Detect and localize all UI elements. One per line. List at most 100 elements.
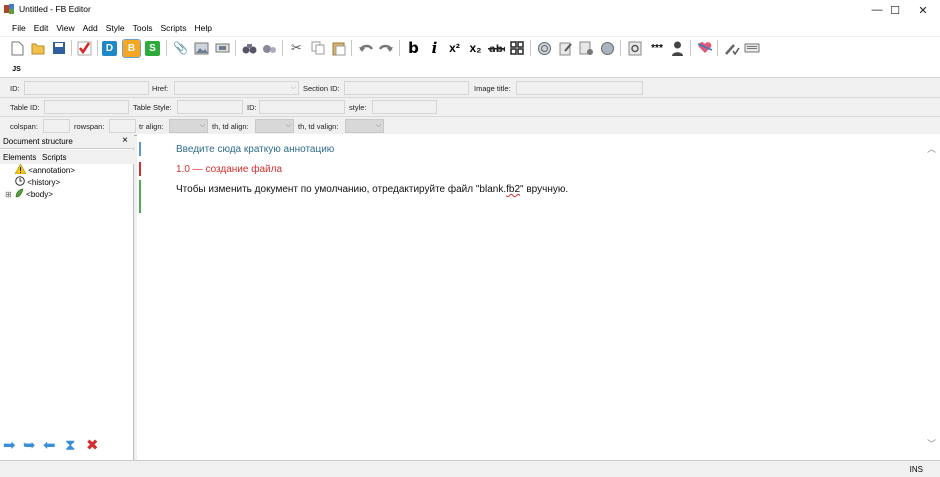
add-poem-button[interactable] xyxy=(626,39,643,57)
add-annotation-button[interactable] xyxy=(599,39,616,57)
delete-x-icon[interactable]: ✖ xyxy=(86,438,99,454)
menu-edit[interactable]: Edit xyxy=(30,20,53,36)
js-script-button[interactable]: JS xyxy=(8,61,25,79)
scroll-down-icon[interactable]: ﹀ xyxy=(927,437,936,450)
hourglass-icon[interactable]: ⧗ xyxy=(65,438,76,454)
bold-button[interactable]: b xyxy=(405,39,422,57)
find-button[interactable] xyxy=(241,39,258,57)
move-left-arrow-icon[interactable]: ⬅ xyxy=(43,438,56,454)
add-cite-button[interactable] xyxy=(696,39,713,57)
menu-view[interactable]: View xyxy=(52,20,78,36)
table-style-input[interactable] xyxy=(177,100,243,114)
close-window-button[interactable]: ✕ xyxy=(906,0,940,20)
id-input[interactable] xyxy=(24,81,149,95)
paperclip-icon: 📎 xyxy=(173,41,188,55)
move-right-arrow-icon[interactable]: ➡ xyxy=(3,438,16,454)
add-epigraph-button[interactable] xyxy=(578,39,595,57)
scroll-up-icon[interactable]: ︿ xyxy=(927,142,936,155)
tab-elements[interactable]: Elements xyxy=(3,153,36,162)
menu-add[interactable]: Add xyxy=(79,20,102,36)
page-gear-icon xyxy=(579,41,593,55)
th-td-align-select[interactable]: ⌵ xyxy=(255,119,294,133)
redo-button[interactable] xyxy=(378,39,395,57)
checkmark-icon xyxy=(77,41,92,55)
tree-item-history[interactable]: <history> xyxy=(15,176,60,187)
body-paragraph[interactable]: Чтобы изменить документ по умолчанию, от… xyxy=(176,184,568,195)
tree-item-label: <history> xyxy=(27,178,61,187)
italic-button[interactable]: i xyxy=(426,39,443,57)
structure-tabs: Elements Scripts xyxy=(0,150,134,164)
menu-help[interactable]: Help xyxy=(191,20,216,36)
insert-image-button[interactable] xyxy=(193,39,210,57)
insert-inline-image-button[interactable] xyxy=(214,39,231,57)
image-title-input[interactable] xyxy=(516,81,643,95)
table-id-label: Table ID: xyxy=(10,103,40,112)
tab-scripts[interactable]: Scripts xyxy=(42,153,66,162)
add-title-button[interactable] xyxy=(557,39,574,57)
code-icon xyxy=(510,41,524,55)
id-label: ID: xyxy=(10,84,20,93)
add-subtitle-button[interactable]: *** xyxy=(647,39,667,57)
person-icon xyxy=(672,41,683,56)
keyboard-icon xyxy=(744,43,759,53)
clock-icon xyxy=(15,176,25,186)
expand-icon[interactable]: ⊞ xyxy=(5,190,12,199)
body-view-button[interactable]: B xyxy=(122,39,141,58)
move-down-right-arrow-icon[interactable]: ➥ xyxy=(23,438,36,454)
tr-align-label: tr align: xyxy=(139,122,164,131)
cut-button[interactable]: ✂ xyxy=(288,39,305,57)
colspan-input[interactable] xyxy=(43,119,70,133)
scissors-icon: ✂ xyxy=(291,40,302,55)
menu-bar: File Edit View Add Style Tools Scripts H… xyxy=(0,20,940,36)
image-title-label: Image title: xyxy=(474,84,511,93)
chevron-down-icon: ⌵ xyxy=(199,122,205,129)
new-file-icon xyxy=(11,41,24,55)
save-button[interactable] xyxy=(50,39,67,57)
tree-item-annotation[interactable]: <annotation> xyxy=(14,163,75,175)
copy-button[interactable] xyxy=(309,39,326,57)
source-view-button[interactable]: S xyxy=(145,41,160,56)
spellcheck-button[interactable] xyxy=(723,39,740,57)
code-button[interactable] xyxy=(509,39,526,57)
colspan-label: colspan: xyxy=(10,122,38,131)
cell-id-input[interactable] xyxy=(259,100,345,114)
open-file-button[interactable] xyxy=(29,39,46,57)
binoculars-icon xyxy=(242,44,257,54)
annotation-paragraph[interactable]: Введите сюда краткую аннотацию xyxy=(176,144,334,155)
settings-button[interactable] xyxy=(743,39,760,57)
history-paragraph[interactable]: 1.0 — создание файла xyxy=(176,164,282,175)
close-panel-icon[interactable]: × xyxy=(122,135,128,146)
replace-button[interactable] xyxy=(261,39,278,57)
strikethrough-button[interactable]: abc xyxy=(488,39,505,57)
paste-button[interactable] xyxy=(330,39,347,57)
add-author-button[interactable] xyxy=(669,39,686,57)
style-label: style: xyxy=(349,103,367,112)
menu-style[interactable]: Style xyxy=(102,20,129,36)
insert-link-button[interactable]: 📎 xyxy=(172,39,189,57)
undo-button[interactable] xyxy=(357,39,374,57)
history-marker xyxy=(139,162,141,176)
tree-item-body[interactable]: ⊞ <body> xyxy=(5,188,53,199)
table-id-input[interactable] xyxy=(44,100,129,114)
section-id-input[interactable] xyxy=(344,81,469,95)
validate-button[interactable] xyxy=(76,39,93,57)
fb-editor-app-icon xyxy=(4,4,14,14)
menu-file[interactable]: File xyxy=(8,20,30,36)
rowspan-input[interactable] xyxy=(109,119,136,133)
description-view-button[interactable]: D xyxy=(102,41,117,56)
new-file-button[interactable] xyxy=(9,39,26,57)
chevron-down-icon: ⌵ xyxy=(285,122,291,129)
menu-scripts[interactable]: Scripts xyxy=(157,20,191,36)
style-input[interactable] xyxy=(372,100,437,114)
undo-icon xyxy=(359,44,373,52)
href-combobox[interactable]: ⌵ xyxy=(174,81,299,95)
th-td-valign-select[interactable]: ⌵ xyxy=(345,119,384,133)
add-section-button[interactable] xyxy=(536,39,553,57)
menu-tools[interactable]: Tools xyxy=(129,20,157,36)
superscript-button[interactable]: x² xyxy=(446,39,463,57)
document-editor[interactable]: Введите сюда краткую аннотацию 1.0 — соз… xyxy=(137,134,940,460)
tr-align-select[interactable]: ⌵ xyxy=(169,119,208,133)
rowspan-label: rowspan: xyxy=(74,122,105,131)
subscript-button[interactable]: x₂ xyxy=(467,39,484,57)
body-text-before: Чтобы изменить документ по умолчанию, от… xyxy=(176,184,507,195)
